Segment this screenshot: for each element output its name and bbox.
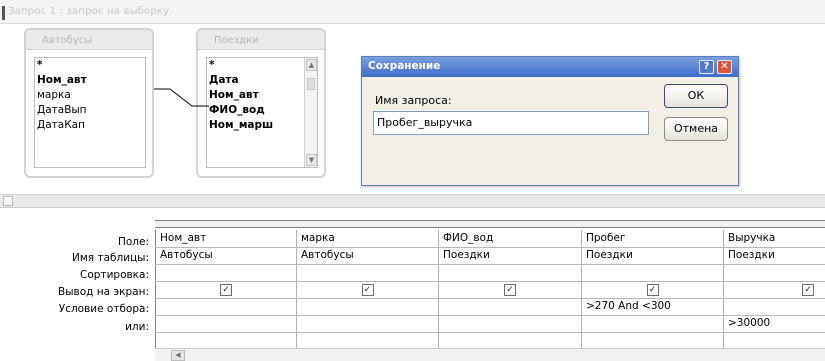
field-cell[interactable]: Выручка [724, 230, 825, 248]
row-label-show: Вывод на экран: [58, 286, 149, 298]
design-grid-pane[interactable]: Поле: Имя таблицы: Сортировка: Вывод на … [0, 208, 825, 361]
grid-line [155, 281, 825, 282]
sort-cell[interactable] [156, 264, 296, 282]
or-cell[interactable] [439, 315, 581, 333]
grid-line [155, 247, 825, 248]
or-cell[interactable] [297, 315, 438, 333]
field-cell[interactable]: Ном_авт [156, 230, 296, 248]
window-titlebar[interactable]: Запрос 1 : запрос на выборку [0, 0, 825, 24]
field-cell[interactable]: марка [297, 230, 438, 248]
show-cell[interactable]: ✓ [724, 281, 825, 299]
grid-line [155, 315, 825, 316]
cancel-button[interactable]: Отмена [664, 117, 728, 141]
table-cell[interactable]: Автобусы [297, 247, 438, 265]
pane-splitter[interactable] [0, 194, 825, 208]
show-checkbox[interactable]: ✓ [361, 284, 374, 296]
sort-cell[interactable] [724, 264, 825, 282]
criteria-cell[interactable] [156, 298, 296, 316]
close-icon[interactable]: ✕ [717, 60, 732, 74]
grid-line [155, 332, 825, 333]
sort-cell[interactable] [439, 264, 581, 282]
window-title: Запрос 1 : запрос на выборку [8, 6, 170, 17]
sort-cell[interactable] [582, 264, 723, 282]
or-cell[interactable]: >30000 [724, 315, 825, 333]
show-cell[interactable]: ✓ [582, 281, 723, 299]
table-cell[interactable]: Поездки [582, 247, 723, 265]
grid-line [155, 298, 825, 299]
or-cell[interactable] [156, 315, 296, 333]
show-checkbox[interactable]: ✓ [646, 284, 659, 296]
table-cell[interactable]: Автобусы [156, 247, 296, 265]
field-cell[interactable]: ФИО_вод [439, 230, 581, 248]
grid-line [155, 264, 825, 265]
dialog-titlebar[interactable]: Сохранение ? ✕ [362, 57, 738, 77]
scroll-left-icon[interactable]: ◀ [171, 350, 185, 361]
criteria-cell[interactable] [724, 298, 825, 316]
row-label-table: Имя таблицы: [72, 252, 149, 264]
criteria-cell[interactable] [439, 298, 581, 316]
save-dialog: Сохранение ? ✕ Имя запроса: Пробег_выруч… [361, 56, 739, 186]
show-checkbox[interactable]: ✓ [220, 284, 232, 296]
query-name-input[interactable]: Пробег_выручка [373, 111, 649, 135]
column-selector-strip[interactable] [155, 220, 825, 228]
ok-button[interactable]: ОК [664, 84, 728, 108]
row-label-criteria: Условие отбора: [58, 303, 149, 315]
row-label-field: Поле: [117, 236, 149, 248]
query-name-label: Имя запроса: [375, 94, 452, 107]
show-checkbox[interactable]: ✓ [504, 284, 516, 296]
show-cell[interactable]: ✓ [297, 281, 438, 299]
dialog-title: Сохранение [368, 60, 441, 72]
sort-cell[interactable] [297, 264, 438, 282]
title-marker [2, 6, 5, 20]
criteria-cell[interactable] [297, 298, 438, 316]
splitter-handle[interactable] [3, 196, 13, 206]
help-icon[interactable]: ? [699, 60, 714, 74]
row-label-sort: Сортировка: [80, 269, 149, 281]
show-cell[interactable]: ✓ [439, 281, 581, 299]
show-cell[interactable]: ✓ [156, 281, 296, 299]
grid-horizontal-scrollbar[interactable]: ◀ [155, 348, 825, 361]
field-cell[interactable]: Пробег [582, 230, 723, 248]
table-cell[interactable]: Поездки [439, 247, 581, 265]
table-cell[interactable]: Поездки [724, 247, 825, 265]
row-label-or: или: [125, 321, 149, 333]
query-design-window: Запрос 1 : запрос на выборку Автобусы * … [0, 0, 825, 361]
or-cell[interactable] [582, 315, 723, 333]
show-checkbox[interactable]: ✓ [802, 284, 814, 296]
criteria-cell[interactable]: >270 And <300 [582, 298, 723, 316]
